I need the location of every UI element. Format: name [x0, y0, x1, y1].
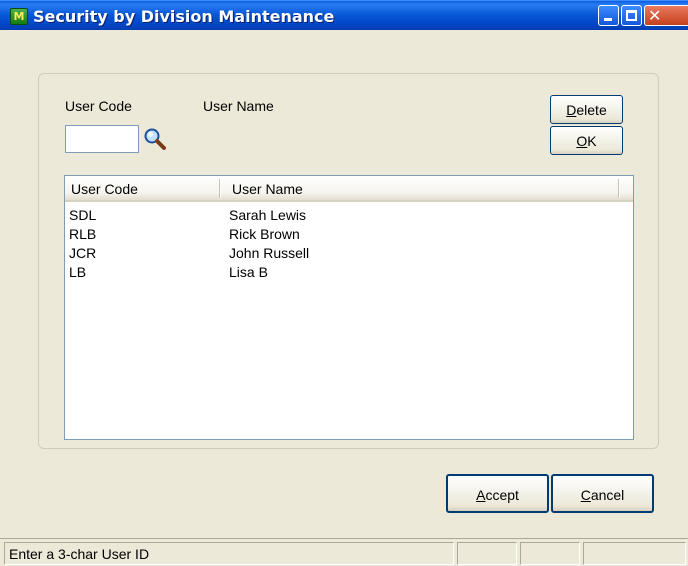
column-header-user-name[interactable]: User Name — [232, 181, 303, 197]
delete-label: Delete — [566, 102, 607, 118]
user-code-input[interactable] — [65, 125, 139, 153]
status-bar: Enter a 3-char User ID — [0, 538, 688, 566]
app-icon: M — [10, 8, 28, 25]
user-list[interactable]: User Code User Name SDL Sarah Lewis RLB … — [64, 175, 634, 440]
close-icon: ✕ — [648, 6, 662, 25]
accept-button[interactable]: Accept — [446, 474, 549, 513]
cell-user-code: RLB — [69, 226, 97, 242]
dialog-window: M Security by Division Maintenance ✕ Use… — [0, 0, 688, 566]
status-pane — [583, 542, 686, 565]
minimize-icon — [604, 18, 612, 21]
window-title: Security by Division Maintenance — [33, 7, 335, 26]
ok-button[interactable]: OK — [550, 126, 623, 155]
cell-user-code: SDL — [69, 207, 97, 223]
list-row[interactable]: RLB Rick Brown — [65, 226, 633, 243]
user-code-label: User Code — [65, 98, 132, 114]
user-name-label: User Name — [203, 98, 274, 114]
accept-label: Accept — [476, 487, 519, 503]
list-row[interactable]: LB Lisa B — [65, 264, 633, 281]
magnifier-icon[interactable] — [143, 127, 167, 151]
list-row[interactable]: JCR John Russell — [65, 245, 633, 262]
title-bar[interactable]: M Security by Division Maintenance ✕ — [0, 0, 688, 30]
list-header: User Code User Name — [65, 176, 633, 202]
column-divider[interactable] — [219, 179, 221, 198]
close-button[interactable]: ✕ — [644, 5, 688, 26]
cell-user-code: JCR — [69, 245, 97, 261]
status-pane — [457, 542, 517, 565]
column-header-user-code[interactable]: User Code — [71, 181, 138, 197]
cell-user-name: Sarah Lewis — [229, 207, 307, 223]
cell-user-name: Rick Brown — [229, 226, 300, 242]
cancel-label: Cancel — [580, 487, 625, 503]
cell-user-name: Lisa B — [229, 264, 268, 280]
maximize-icon — [626, 10, 637, 21]
status-pane — [520, 542, 580, 565]
cell-user-name: John Russell — [229, 245, 310, 261]
status-message: Enter a 3-char User ID — [4, 542, 454, 565]
cancel-button[interactable]: Cancel — [551, 474, 654, 513]
delete-button[interactable]: Delete — [550, 95, 623, 124]
maximize-button[interactable] — [621, 5, 642, 26]
list-row[interactable]: SDL Sarah Lewis — [65, 207, 633, 224]
minimize-button[interactable] — [598, 5, 619, 26]
column-divider[interactable] — [618, 179, 620, 198]
ok-label: OK — [576, 133, 597, 149]
cell-user-code: LB — [69, 264, 87, 280]
